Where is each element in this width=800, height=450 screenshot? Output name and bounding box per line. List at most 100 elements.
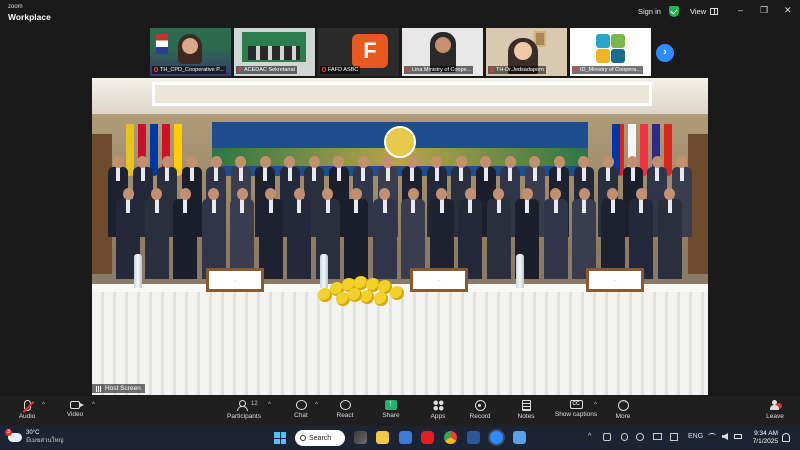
share-label: Share bbox=[382, 412, 400, 419]
language-indicator[interactable]: ENG bbox=[688, 433, 703, 440]
host-screen-text: Host Screen bbox=[105, 385, 141, 392]
show-captions-button[interactable]: CC Show captions bbox=[553, 400, 599, 418]
notes-label: Notes bbox=[517, 413, 535, 420]
clock-time: 9:34 AM bbox=[754, 430, 778, 437]
task-view-icon[interactable] bbox=[354, 431, 367, 444]
photo-ceiling bbox=[92, 78, 708, 114]
keyboard-tray-icon[interactable] bbox=[653, 433, 662, 440]
youtube-icon[interactable] bbox=[421, 431, 434, 444]
participant-name-tag: FAFD ASBC bbox=[320, 66, 361, 74]
microphone-tray-icon[interactable] bbox=[621, 433, 628, 441]
participant-name: ID_Ministry of Coopera... bbox=[580, 67, 641, 73]
weather-temperature: 30°C bbox=[26, 430, 40, 436]
participant-tile[interactable]: F FAFD ASBC bbox=[318, 28, 399, 76]
taskbar-app-icon[interactable] bbox=[399, 431, 412, 444]
record-button[interactable]: Record bbox=[457, 400, 503, 420]
minimize-button[interactable]: – bbox=[738, 5, 743, 15]
chat-options-chevron-icon[interactable]: ^ bbox=[315, 402, 318, 408]
weather-widget[interactable]: 3 30°C มีเมฆส่วนใหญ่ bbox=[5, 428, 64, 445]
more-button[interactable]: ··· More bbox=[600, 399, 646, 420]
tray-app-icon[interactable] bbox=[670, 433, 678, 441]
participant-tile[interactable]: TH_CPD_Cooperative P... bbox=[150, 28, 231, 76]
encryption-shield-icon[interactable] bbox=[669, 6, 679, 17]
more-label: More bbox=[615, 413, 631, 420]
participant-name: FAFD ASBC bbox=[328, 67, 359, 73]
name-plate: ... bbox=[586, 268, 644, 292]
react-label: React bbox=[336, 412, 354, 419]
zoom-icon[interactable] bbox=[490, 431, 503, 444]
participant-tile[interactable]: TH-Dr.Jedsadaporn bbox=[486, 28, 567, 76]
flower-arrangement bbox=[314, 274, 418, 314]
participant-name-tag: TH_CPD_Cooperative P... bbox=[152, 66, 226, 74]
clock-date: 7/1/2025 bbox=[752, 438, 778, 445]
captions-label: Show captions bbox=[554, 411, 598, 418]
name-plate-text: ... bbox=[589, 271, 641, 289]
audio-label: Audio bbox=[18, 413, 36, 420]
muted-mic-icon bbox=[322, 67, 326, 73]
share-button[interactable]: Share bbox=[368, 398, 414, 419]
video-camera-icon bbox=[70, 401, 84, 409]
tray-overflow-chevron-icon[interactable]: ^ bbox=[588, 433, 591, 440]
react-button[interactable]: React bbox=[322, 400, 368, 419]
windows-start-icon[interactable] bbox=[274, 432, 286, 444]
weather-badge: 3 bbox=[5, 428, 12, 436]
audio-options-chevron-icon[interactable]: ^ bbox=[42, 402, 45, 408]
record-icon bbox=[474, 400, 486, 411]
participant-face bbox=[182, 38, 198, 54]
wifi-icon[interactable] bbox=[708, 433, 716, 439]
weather-text: 30°C มีเมฆส่วนใหญ่ bbox=[26, 429, 64, 445]
participants-label: Participants bbox=[227, 413, 261, 420]
file-explorer-icon[interactable] bbox=[376, 431, 389, 444]
taskbar-search-box[interactable]: Search bbox=[295, 430, 345, 446]
word-icon[interactable] bbox=[467, 431, 480, 444]
record-label: Record bbox=[469, 413, 491, 420]
muted-mic-icon bbox=[154, 67, 158, 73]
tray-app-icon[interactable] bbox=[603, 433, 611, 441]
leave-button[interactable]: Leave bbox=[752, 400, 798, 420]
heart-react-icon bbox=[339, 400, 351, 410]
app-brand: zoom Workplace bbox=[8, 3, 51, 22]
notes-button[interactable]: Notes bbox=[503, 400, 549, 420]
shared-screen: ... ... ... bbox=[92, 78, 708, 395]
leave-label: Leave bbox=[766, 413, 784, 420]
muted-mic-icon bbox=[574, 67, 578, 73]
share-screen-icon bbox=[385, 398, 397, 410]
view-grid-icon bbox=[710, 8, 719, 15]
participant-name-tag: ACEDAC Sekretariat bbox=[236, 66, 298, 74]
captions-cc-icon: CC bbox=[569, 400, 583, 409]
sign-in-button[interactable]: Sign in bbox=[638, 7, 661, 16]
view-label: View bbox=[690, 7, 707, 16]
chrome-icon[interactable] bbox=[444, 431, 457, 444]
tray-app-icon[interactable] bbox=[636, 433, 644, 441]
participant-tile[interactable]: Lina Ministry of Coope... bbox=[402, 28, 483, 76]
participant-thumbnail-strip: TH_CPD_Cooperative P... ACEDAC Sekretari… bbox=[150, 28, 651, 76]
view-button[interactable]: View bbox=[690, 7, 719, 16]
participants-icon bbox=[237, 400, 251, 411]
participants-options-chevron-icon[interactable]: ^ bbox=[268, 402, 271, 408]
maximize-button[interactable]: ❐ bbox=[760, 5, 768, 16]
participant-tile[interactable]: ID_Ministry of Coopera... bbox=[570, 28, 651, 76]
name-plate: ... bbox=[206, 268, 264, 292]
taskbar-app-icon[interactable] bbox=[513, 431, 526, 444]
participants-button[interactable]: 12 Participants bbox=[221, 400, 267, 420]
brand-workplace: Workplace bbox=[8, 12, 51, 22]
video-options-chevron-icon[interactable]: ^ bbox=[92, 402, 95, 408]
apps-button[interactable]: Apps bbox=[415, 400, 461, 420]
participant-avatar bbox=[596, 34, 626, 64]
system-clock[interactable]: 9:34 AM 7/1/2025 bbox=[744, 430, 778, 446]
notification-bell-icon[interactable] bbox=[782, 433, 790, 442]
participant-name-tag: ID_Ministry of Coopera... bbox=[572, 66, 643, 74]
leave-meeting-icon bbox=[770, 400, 782, 411]
battery-icon[interactable] bbox=[734, 434, 742, 439]
participant-tile[interactable]: ACEDAC Sekretariat bbox=[234, 28, 315, 76]
flag-image bbox=[156, 34, 168, 54]
next-page-arrow-icon[interactable]: › bbox=[656, 44, 674, 62]
more-dots-icon: ··· bbox=[617, 399, 629, 411]
muted-mic-icon bbox=[490, 67, 494, 73]
captions-options-chevron-icon[interactable]: ^ bbox=[594, 402, 597, 408]
participant-name: ACEDAC Sekretariat bbox=[244, 67, 296, 73]
close-button[interactable]: ✕ bbox=[784, 5, 792, 16]
volume-icon[interactable] bbox=[722, 433, 728, 440]
muted-microphone-icon bbox=[23, 400, 31, 411]
signal-bars-icon bbox=[96, 385, 102, 392]
